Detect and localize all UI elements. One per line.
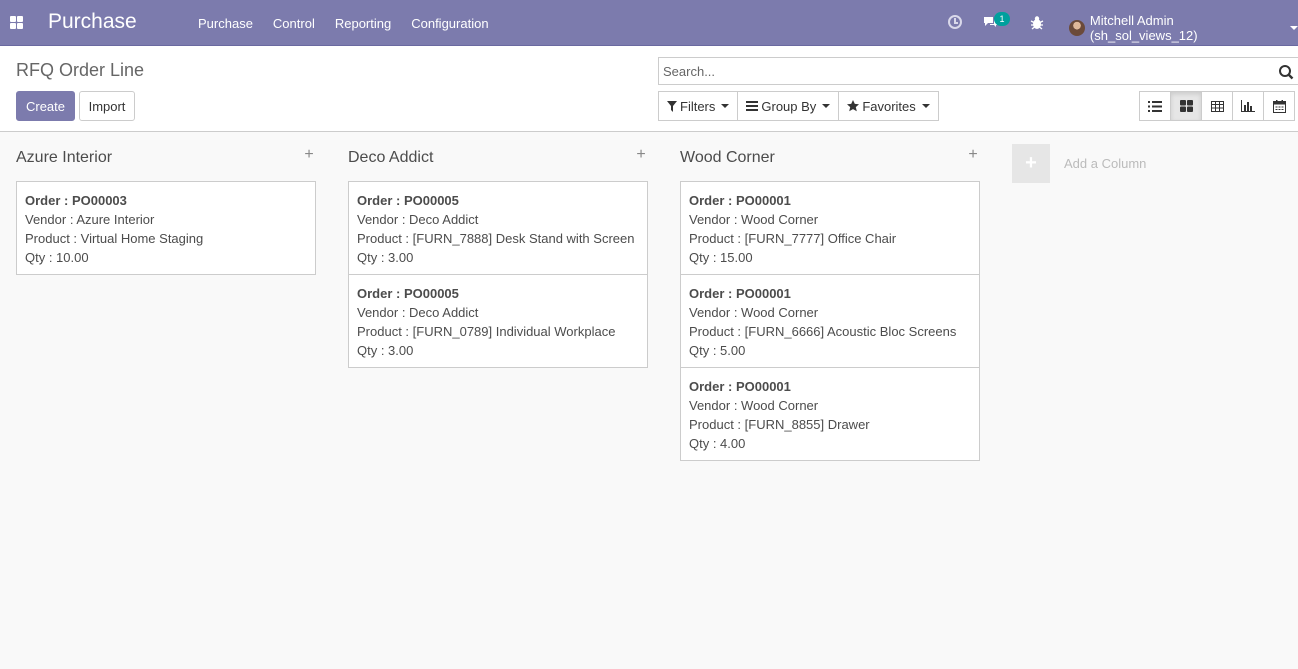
page-title: RFQ Order Line [16,60,145,80]
card-order: Order : PO00005 [357,193,459,208]
menu-item-configuration[interactable]: Configuration [401,16,498,31]
caret-down-icon [721,104,730,108]
calendar-icon [1272,99,1286,113]
debug-bug-icon[interactable] [1030,15,1044,30]
favorites-button[interactable]: Favorites [838,91,939,121]
card-product: Product : [FURN_7777] Office Chair [689,231,897,246]
caret-down-icon [822,104,831,108]
card-vendor: Vendor : Wood Corner [689,398,819,413]
group-by-button[interactable]: Group By [737,91,840,121]
bars-icon [746,101,759,111]
column-header: Azure Interior + [16,132,316,182]
user-name: Mitchell Admin (sh_sol_views_12) [1089,13,1198,43]
card-order: Order : PO00001 [689,193,791,208]
calendar-view-button[interactable] [1263,91,1295,121]
menu-item-control[interactable]: Control [263,16,325,31]
user-menu[interactable]: Mitchell Admin (sh_sol_views_12) [1069,13,1298,43]
column-title: Azure Interior [16,149,113,166]
card-qty: Qty : 5.00 [689,343,746,358]
kanban-card[interactable]: Order : PO00005 Vendor : Deco Addict Pro… [348,274,648,368]
kanban-card[interactable]: Order : PO00003 Vendor : Azure Interior … [16,181,316,275]
quick-create-plus-icon[interactable]: + [302,147,316,163]
kanban-view-button[interactable] [1170,91,1202,121]
top-navbar: Purchase Purchase Control Reporting Conf… [0,0,1298,46]
menu-item-reporting[interactable]: Reporting [325,16,401,31]
card-qty: Qty : 3.00 [357,343,414,358]
import-button[interactable]: Import [79,91,135,121]
card-vendor: Vendor : Deco Addict [357,212,479,227]
caret-down-icon [921,104,930,108]
card-vendor: Vendor : Azure Interior [25,212,155,227]
card-vendor: Vendor : Wood Corner [689,212,819,227]
card-qty: Qty : 15.00 [689,250,753,265]
card-order: Order : PO00005 [357,286,459,301]
card-product: Product : [FURN_7888] Desk Stand with Sc… [357,231,635,246]
filters-label: Filters [680,98,716,114]
filter-icon [667,100,677,112]
card-order: Order : PO00003 [25,193,127,208]
bar-chart-icon [1241,100,1255,112]
quick-create-plus-icon[interactable]: + [966,147,980,163]
kanban-board: Azure Interior + Order : PO00003 Vendor … [0,132,1298,669]
pivot-view-button[interactable] [1201,91,1233,121]
card-product: Product : Virtual Home Staging [25,231,204,246]
quick-create-plus-icon[interactable]: + [634,147,648,163]
filters-button[interactable]: Filters [658,91,739,121]
main-menu: Purchase Control Reporting Configuration [188,0,499,46]
plus-icon: + [1012,144,1050,183]
add-column-label: Add a Column [1064,156,1147,171]
kanban-icon [1179,100,1193,112]
graph-view-button[interactable] [1232,91,1264,121]
search-options: Filters Group By Favorites [658,91,939,121]
column-header: Wood Corner + [680,132,980,182]
list-view-button[interactable] [1139,91,1171,121]
control-panel: RFQ Order Line Create Import Filters Gro… [0,46,1298,132]
card-order: Order : PO00001 [689,379,791,394]
chat-badge: 1 [994,12,1010,26]
card-product: Product : [FURN_6666] Acoustic Bloc Scre… [689,324,957,339]
kanban-card[interactable]: Order : PO00005 Vendor : Deco Addict Pro… [348,181,648,275]
card-qty: Qty : 4.00 [689,436,746,451]
kanban-column: Azure Interior + Order : PO00003 Vendor … [16,132,316,275]
search-icon[interactable] [1278,64,1294,80]
view-switcher [1139,91,1295,121]
menu-item-purchase[interactable]: Purchase [188,16,263,31]
caret-down-icon [1290,26,1298,30]
column-header: Deco Addict + [348,132,648,182]
card-product: Product : [FURN_8855] Drawer [689,417,870,432]
card-vendor: Vendor : Deco Addict [357,305,479,320]
search-box [658,57,1298,85]
apps-grid-icon[interactable] [10,16,23,29]
card-qty: Qty : 3.00 [357,250,414,265]
kanban-column: Wood Corner + Order : PO00001 Vendor : W… [680,132,980,461]
card-product: Product : [FURN_0789] Individual Workpla… [357,324,616,339]
star-icon [847,100,860,112]
group-by-label: Group By [761,98,817,114]
kanban-card[interactable]: Order : PO00001 Vendor : Wood Corner Pro… [680,181,980,275]
table-icon [1210,100,1224,112]
kanban-column: Deco Addict + Order : PO00005 Vendor : D… [348,132,648,368]
avatar [1069,20,1085,36]
card-order: Order : PO00001 [689,286,791,301]
list-icon [1148,100,1162,112]
kanban-card[interactable]: Order : PO00001 Vendor : Wood Corner Pro… [680,274,980,368]
column-title: Deco Addict [348,149,434,166]
activity-clock-icon[interactable] [948,15,962,29]
app-brand[interactable]: Purchase [48,10,137,34]
card-qty: Qty : 10.00 [25,250,89,265]
card-vendor: Vendor : Wood Corner [689,305,819,320]
column-title: Wood Corner [680,149,775,166]
add-column-button[interactable]: + Add a Column [1012,144,1146,183]
search-input[interactable] [663,61,1263,81]
kanban-card[interactable]: Order : PO00001 Vendor : Wood Corner Pro… [680,367,980,461]
favorites-label: Favorites [862,98,916,114]
create-button[interactable]: Create [16,91,75,121]
